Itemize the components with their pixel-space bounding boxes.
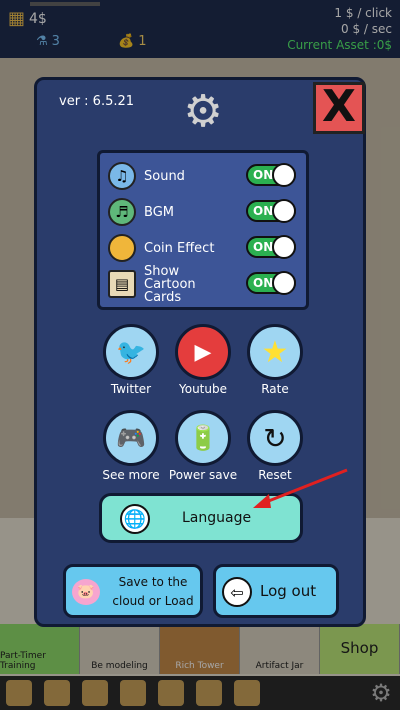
power-save-label: Power save [168,468,238,482]
logout-label: Log out [260,582,317,600]
option-coin-effect: Coin Effect ON [108,231,304,265]
globe-icon: 🌐 [120,504,150,534]
settings-gear-icon: ⚙ [183,86,223,137]
option-cartoon-cards: ▤ Show Cartoon Cards ON [108,263,304,305]
cartoon-cards-toggle[interactable]: ON [246,271,296,295]
save-cloud-button[interactable]: 🐷 Save to the cloud or Load [63,564,203,618]
gamepad-icon: 🎮 [116,424,146,452]
option-label: Sound [144,168,185,184]
youtube-label: Youtube [179,382,227,396]
save-label: Save to the cloud or Load [112,575,194,608]
music-note-icon: ♫ [108,162,136,190]
star-icon: ★ [261,334,289,370]
twitter-label: Twitter [110,382,152,396]
option-bgm: ♬ BGM ON [108,195,304,229]
reset-button[interactable]: ↻ [247,410,303,466]
bgm-toggle[interactable]: ON [246,199,296,223]
youtube-icon: ▶ [194,339,212,365]
option-sound: ♫ Sound ON [108,159,304,193]
twitter-button[interactable]: 🐦 [103,324,159,380]
close-button[interactable]: X [313,82,365,134]
sound-toggle[interactable]: ON [246,163,296,187]
power-save-button[interactable]: 🔋 [175,410,231,466]
guitar-icon: ♬ [108,198,136,226]
back-arrow-icon: ⇦ [222,577,252,607]
see-more-label: See more [102,468,160,482]
settings-modal: ver : 6.5.21 ⚙ X ♫ Sound ON ♬ BGM ON Coi… [34,77,366,627]
coin-icon [108,234,136,262]
reset-icon: ↻ [263,421,287,455]
option-label: BGM [144,204,174,220]
book-icon: ▤ [108,270,136,298]
option-label: Coin Effect [144,240,215,256]
battery-icon: 🔋 [188,424,218,452]
options-panel: ♫ Sound ON ♬ BGM ON Coin Effect ON ▤ Sho… [97,150,309,310]
see-more-button[interactable]: 🎮 [103,410,159,466]
red-arrow-annotation [253,468,348,508]
option-label: Show Cartoon Cards [144,263,196,305]
twitter-icon: 🐦 [116,338,146,366]
logout-button[interactable]: ⇦ Log out [213,564,339,618]
rate-label: Rate [261,382,289,396]
coin-effect-toggle[interactable]: ON [246,235,296,259]
version-text: ver : 6.5.21 [59,94,135,109]
piggy-bank-icon: 🐷 [72,579,100,605]
youtube-button[interactable]: ▶ [175,324,231,380]
rate-button[interactable]: ★ [247,324,303,380]
language-label: Language [182,510,252,526]
